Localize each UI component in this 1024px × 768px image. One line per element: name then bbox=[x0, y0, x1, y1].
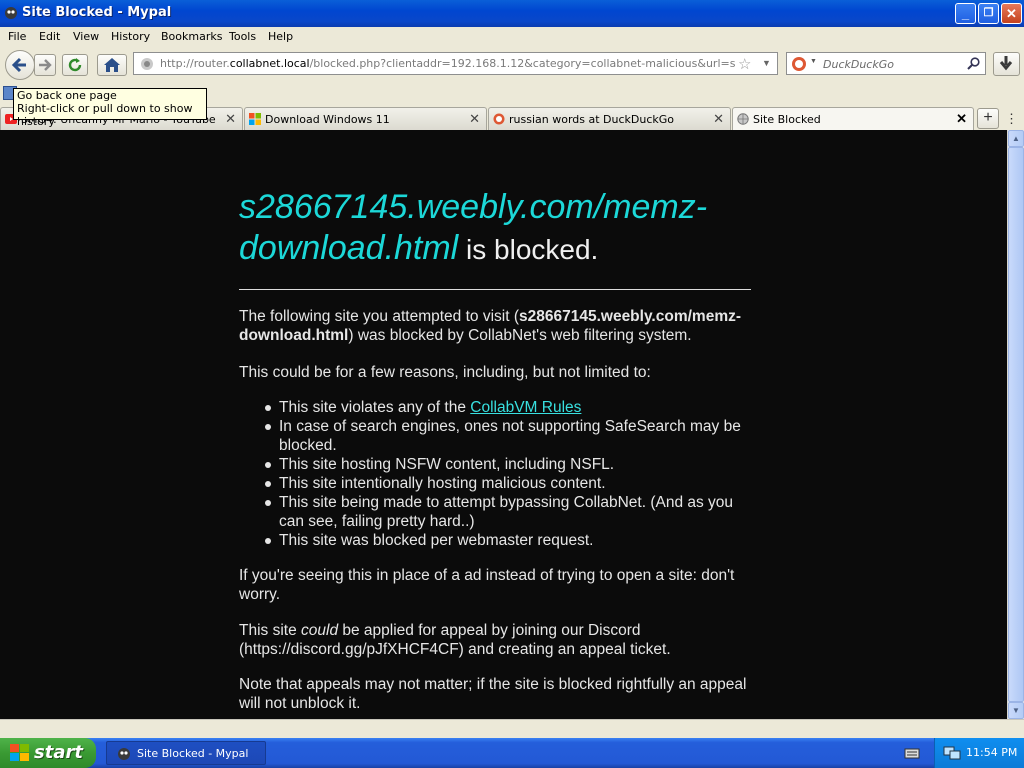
tab-label: Download Windows 11 bbox=[265, 113, 390, 126]
tab-close-icon[interactable]: ✕ bbox=[469, 111, 480, 127]
collabvm-rules-link[interactable]: CollabVM Rules bbox=[470, 399, 581, 416]
search-icon[interactable] bbox=[967, 57, 981, 71]
download-arrow-icon bbox=[999, 56, 1013, 71]
duckduckgo-engine-icon[interactable] bbox=[791, 56, 807, 72]
url-text: http://router.collabnet.local/blocked.ph… bbox=[160, 57, 735, 70]
tab-close-icon[interactable]: ✕ bbox=[713, 111, 724, 127]
intro-paragraph: The following site you attempted to visi… bbox=[239, 308, 742, 344]
reload-icon bbox=[68, 58, 82, 72]
windows-logo-icon bbox=[10, 744, 29, 761]
home-button[interactable] bbox=[97, 54, 127, 76]
blocked-site-heading: s28667145.weebly.com/memz- bbox=[239, 188, 708, 226]
list-bullet bbox=[265, 481, 271, 487]
reload-button[interactable] bbox=[62, 54, 88, 76]
microsoft-icon bbox=[249, 113, 261, 125]
tab-label: russian words at DuckDuckGo bbox=[509, 113, 675, 126]
network-icon[interactable] bbox=[943, 745, 961, 761]
tab-label: Site Blocked bbox=[753, 113, 821, 126]
taskbar-item-label: Site Blocked - Mypal bbox=[137, 747, 249, 760]
start-label: start bbox=[34, 742, 83, 763]
keyboard-icon[interactable] bbox=[904, 746, 920, 760]
menu-tools[interactable]: Tools bbox=[229, 30, 256, 43]
appeal-paragraph: This site could be applied for appeal by… bbox=[239, 622, 671, 658]
tab-duckduckgo[interactable]: russian words at DuckDuckGo ✕ bbox=[488, 107, 731, 130]
menu-view[interactable]: View bbox=[73, 30, 99, 43]
divider bbox=[239, 289, 751, 290]
menu-history[interactable]: History bbox=[111, 30, 150, 43]
home-icon bbox=[104, 58, 120, 72]
start-button[interactable]: start bbox=[0, 738, 96, 768]
blocked-site-heading-2: download.html bbox=[239, 229, 459, 267]
tab-site-blocked[interactable]: Site Blocked ✕ bbox=[732, 107, 974, 130]
menu-bookmarks[interactable]: Bookmarks bbox=[161, 30, 222, 43]
vertical-scrollbar[interactable]: ▲ ▼ bbox=[1007, 130, 1024, 719]
taskbar-item-mypal[interactable]: Site Blocked - Mypal bbox=[106, 741, 266, 765]
page-heading: s28667145.weebly.com/memz- download.html… bbox=[239, 187, 759, 270]
reason-item: In case of search engines, ones not supp… bbox=[279, 418, 741, 454]
windows-taskbar: start Site Blocked - Mypal 11:54 PM bbox=[0, 738, 1024, 768]
menu-help[interactable]: Help bbox=[268, 30, 293, 43]
menu-file[interactable]: File bbox=[8, 30, 26, 43]
minimize-button[interactable]: _ bbox=[955, 3, 976, 24]
reason-item: This site being made to attempt bypassin… bbox=[279, 494, 734, 530]
plus-icon: + bbox=[983, 109, 993, 126]
list-bullet bbox=[265, 500, 271, 506]
scrollbar-thumb[interactable] bbox=[1008, 147, 1024, 702]
list-bullet bbox=[265, 405, 271, 411]
back-arrow-icon bbox=[11, 57, 26, 73]
search-placeholder: DuckDuckGo bbox=[823, 58, 894, 71]
appeal-note-paragraph: Note that appeals may not matter; if the… bbox=[239, 676, 747, 712]
status-bar bbox=[0, 719, 1024, 739]
menu-edit[interactable]: Edit bbox=[39, 30, 60, 43]
close-window-button[interactable]: ✕ bbox=[1001, 3, 1022, 24]
tooltip-line-2: Right-click or pull down to show history bbox=[17, 102, 193, 128]
list-bullet bbox=[265, 462, 271, 468]
forward-button[interactable] bbox=[34, 54, 56, 76]
engine-dropdown-icon[interactable]: ▼ bbox=[810, 58, 817, 65]
window-title: Site Blocked - Mypal bbox=[22, 5, 172, 20]
navigation-toolbar: http://router.collabnet.local/blocked.ph… bbox=[0, 47, 1024, 83]
bookmark-star-icon[interactable]: ☆ bbox=[738, 55, 751, 73]
tab-close-icon[interactable]: ✕ bbox=[225, 111, 236, 127]
is-blocked-text: is blocked. bbox=[458, 234, 599, 265]
tab-close-icon[interactable]: ✕ bbox=[956, 111, 967, 127]
reason-item: This site violates any of the CollabVM R… bbox=[279, 399, 582, 416]
reason-item: This site was blocked per webmaster requ… bbox=[279, 532, 594, 549]
window-titlebar[interactable]: Site Blocked - Mypal _ ❐ ✕ bbox=[0, 0, 1024, 27]
system-tray: 11:54 PM bbox=[934, 738, 1024, 768]
mypal-app-icon bbox=[5, 7, 17, 19]
tooltip-line-1: Go back one page bbox=[17, 89, 117, 102]
site-identity-icon[interactable] bbox=[140, 57, 154, 71]
menu-bar: File Edit View History Bookmarks Tools H… bbox=[0, 27, 1024, 47]
address-bar[interactable]: http://router.collabnet.local/blocked.ph… bbox=[133, 52, 778, 75]
scroll-down-arrow-icon[interactable]: ▼ bbox=[1008, 702, 1024, 719]
mypal-app-icon bbox=[118, 748, 130, 760]
search-box[interactable]: ▼ DuckDuckGo bbox=[786, 52, 986, 75]
maximize-button[interactable]: ❐ bbox=[978, 3, 999, 24]
ad-notice-paragraph: If you're seeing this in place of a ad i… bbox=[239, 567, 735, 603]
back-button-tooltip: Go back one page Right-click or pull dow… bbox=[13, 88, 207, 128]
downloads-button[interactable] bbox=[993, 52, 1020, 76]
list-bullet bbox=[265, 424, 271, 430]
new-tab-button[interactable]: + bbox=[977, 108, 999, 129]
clock[interactable]: 11:54 PM bbox=[966, 746, 1017, 759]
tab-overflow-icon[interactable]: ⋮ bbox=[1005, 111, 1021, 127]
reasons-intro: This could be for a few reasons, includi… bbox=[239, 364, 651, 381]
duckduckgo-icon bbox=[493, 113, 505, 125]
tab-download-windows[interactable]: Download Windows 11 ✕ bbox=[244, 107, 487, 130]
back-button[interactable] bbox=[5, 50, 35, 80]
globe-icon bbox=[737, 113, 749, 125]
url-dropdown-icon[interactable]: ▼ bbox=[762, 58, 771, 68]
page-content[interactable]: s28667145.weebly.com/memz- download.html… bbox=[0, 130, 1007, 719]
reason-item: This site hosting NSFW content, includin… bbox=[279, 456, 615, 473]
scroll-up-arrow-icon[interactable]: ▲ bbox=[1008, 130, 1024, 147]
reason-item: This site intentionally hosting maliciou… bbox=[279, 475, 606, 492]
forward-arrow-icon bbox=[39, 59, 52, 71]
list-bullet bbox=[265, 538, 271, 544]
